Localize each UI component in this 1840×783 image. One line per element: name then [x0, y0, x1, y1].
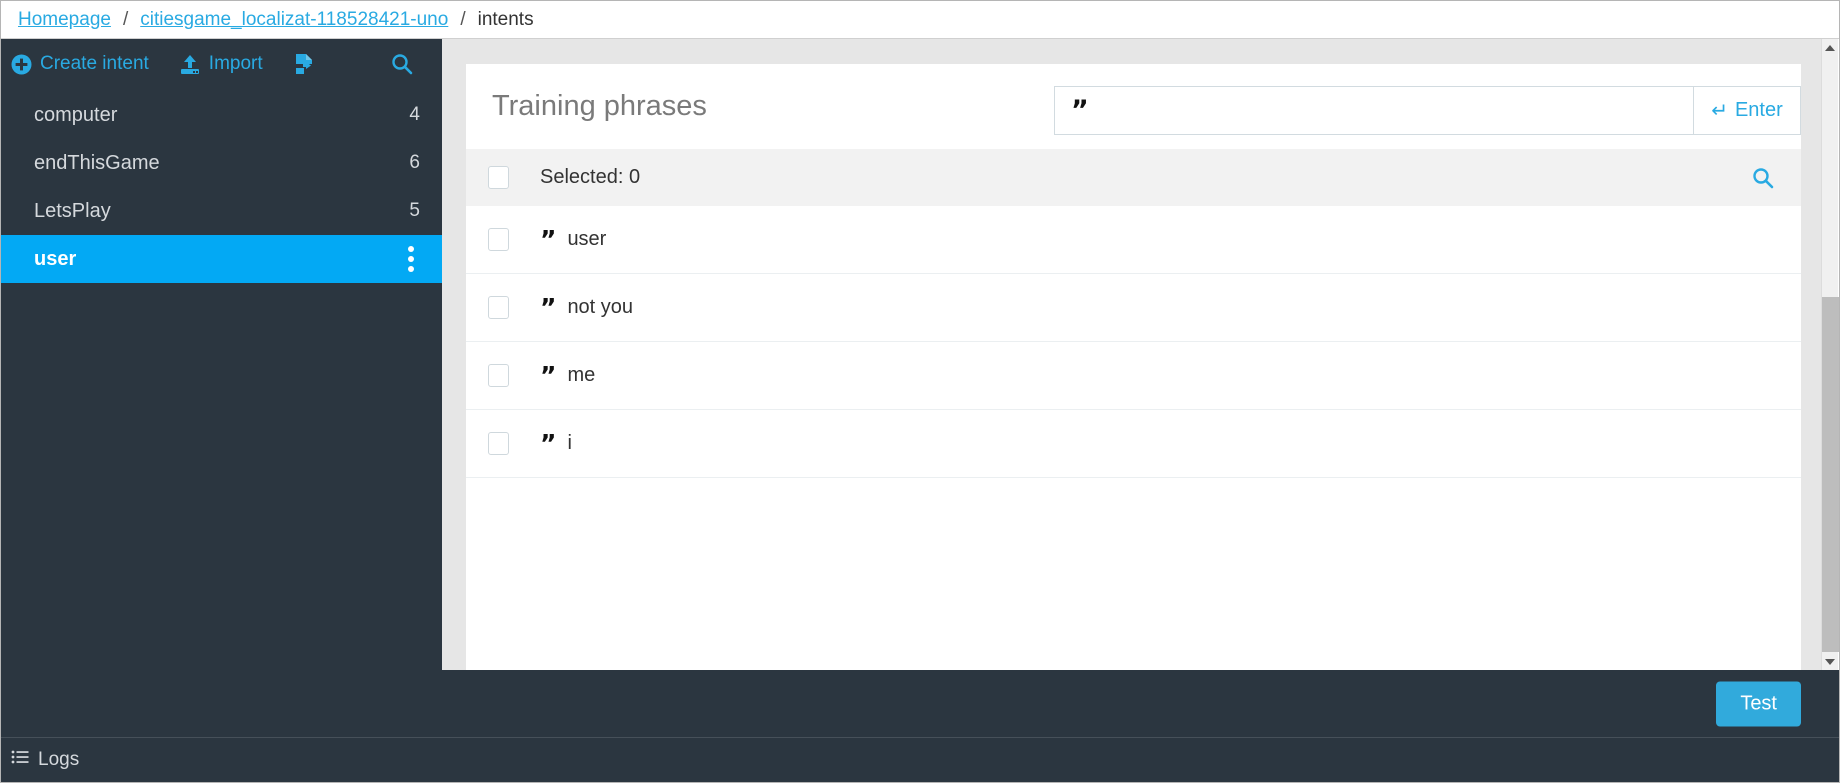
logs-label: Logs: [38, 749, 80, 770]
page-title: Training phrases: [492, 90, 707, 122]
return-arrow-icon: ↵: [1711, 100, 1728, 122]
quote-icon: ”: [1071, 95, 1089, 126]
quote-icon: ”: [540, 293, 557, 322]
phrase-row[interactable]: ” i: [466, 410, 1801, 478]
breadcrumb-separator: /: [460, 8, 466, 30]
enter-label: Enter: [1734, 99, 1783, 121]
footer-bar: Test: [1, 670, 1839, 737]
search-icon: [1753, 167, 1774, 188]
intent-row[interactable]: endThisGame 6: [1, 139, 442, 187]
upload-icon: [179, 54, 201, 75]
sidebar: Create intent Import computer 4 endThisG…: [1, 39, 442, 670]
phrase-row[interactable]: ” not you: [466, 274, 1801, 342]
intent-count: 5: [409, 200, 420, 221]
intent-count: 4: [409, 104, 420, 125]
sidebar-toolbar: Create intent Import: [1, 39, 442, 89]
main-content: Training phrases ” ↵ Enter Selected: 0 ”…: [442, 39, 1824, 672]
intent-row-selected[interactable]: user: [1, 235, 442, 283]
quote-icon: ”: [540, 429, 557, 458]
phrase-text: not you: [567, 296, 634, 318]
phrase-row[interactable]: ” user: [466, 206, 1801, 274]
phrase-text: me: [567, 364, 596, 386]
phrase-row[interactable]: ” me: [466, 342, 1801, 410]
inner-scroll-track[interactable]: [1807, 39, 1821, 670]
intent-row[interactable]: LetsPlay 5: [1, 187, 442, 235]
sidebar-search-button[interactable]: [390, 52, 414, 76]
page-scrollbar[interactable]: [1821, 39, 1839, 670]
plus-circle-icon: [11, 54, 32, 75]
intent-name: endThisGame: [34, 151, 160, 174]
breadcrumb: Homepage / citiesgame_localizat-11852842…: [1, 1, 1839, 39]
scroll-down-button[interactable]: [1822, 653, 1838, 670]
phrase-text: user: [567, 228, 607, 250]
breadcrumb-item-project[interactable]: citiesgame_localizat-118528421-uno: [140, 9, 448, 31]
select-all-checkbox[interactable]: [488, 166, 509, 189]
new-phrase-input-wrapper[interactable]: ”: [1054, 86, 1694, 135]
breadcrumb-item-intents: intents: [477, 8, 534, 30]
selected-count-label: Selected: 0: [540, 166, 641, 188]
scrollbar-thumb[interactable]: [1822, 297, 1839, 652]
quote-icon: ”: [540, 361, 557, 390]
phrase-checkbox[interactable]: [488, 228, 509, 251]
test-button[interactable]: Test: [1716, 681, 1801, 726]
enter-button[interactable]: ↵ Enter: [1694, 86, 1801, 135]
intent-list: computer 4 endThisGame 6 LetsPlay 5 user: [1, 91, 442, 283]
intent-name: computer: [34, 103, 118, 126]
breadcrumb-item-homepage[interactable]: Homepage: [18, 9, 111, 31]
import-button[interactable]: Import: [179, 53, 263, 75]
chevron-down-icon: [1825, 658, 1835, 665]
intent-name: LetsPlay: [34, 199, 111, 222]
selection-bar: Selected: 0: [466, 149, 1801, 206]
intent-count: 6: [409, 152, 420, 173]
card-header: Training phrases ” ↵ Enter: [466, 64, 1801, 149]
phrase-checkbox[interactable]: [488, 296, 509, 319]
intent-row[interactable]: computer 4: [1, 91, 442, 139]
export-file-icon: [293, 52, 317, 76]
list-icon: [11, 749, 29, 771]
kebab-menu-icon[interactable]: [408, 246, 420, 272]
phrase-search-button[interactable]: [1751, 166, 1775, 190]
app-window: Homepage / citiesgame_localizat-11852842…: [0, 0, 1840, 783]
search-icon: [392, 54, 413, 75]
breadcrumb-separator: /: [122, 8, 129, 30]
new-phrase-input[interactable]: [1094, 99, 1693, 122]
intent-name: user: [34, 247, 77, 270]
create-intent-label: Create intent: [40, 53, 149, 74]
logs-bar[interactable]: Logs: [1, 737, 1839, 782]
phrase-text: i: [567, 432, 572, 454]
export-button[interactable]: [293, 52, 325, 76]
scroll-up-button[interactable]: [1822, 39, 1838, 56]
import-label: Import: [208, 53, 263, 74]
create-intent-button[interactable]: Create intent: [11, 53, 149, 75]
chevron-up-icon: [1825, 44, 1835, 51]
phrase-checkbox[interactable]: [488, 432, 509, 455]
quote-icon: ”: [540, 225, 557, 254]
phrase-checkbox[interactable]: [488, 364, 509, 387]
new-phrase-control: ” ↵ Enter: [1054, 86, 1801, 135]
training-phrases-card: Training phrases ” ↵ Enter Selected: 0 ”…: [466, 64, 1801, 672]
